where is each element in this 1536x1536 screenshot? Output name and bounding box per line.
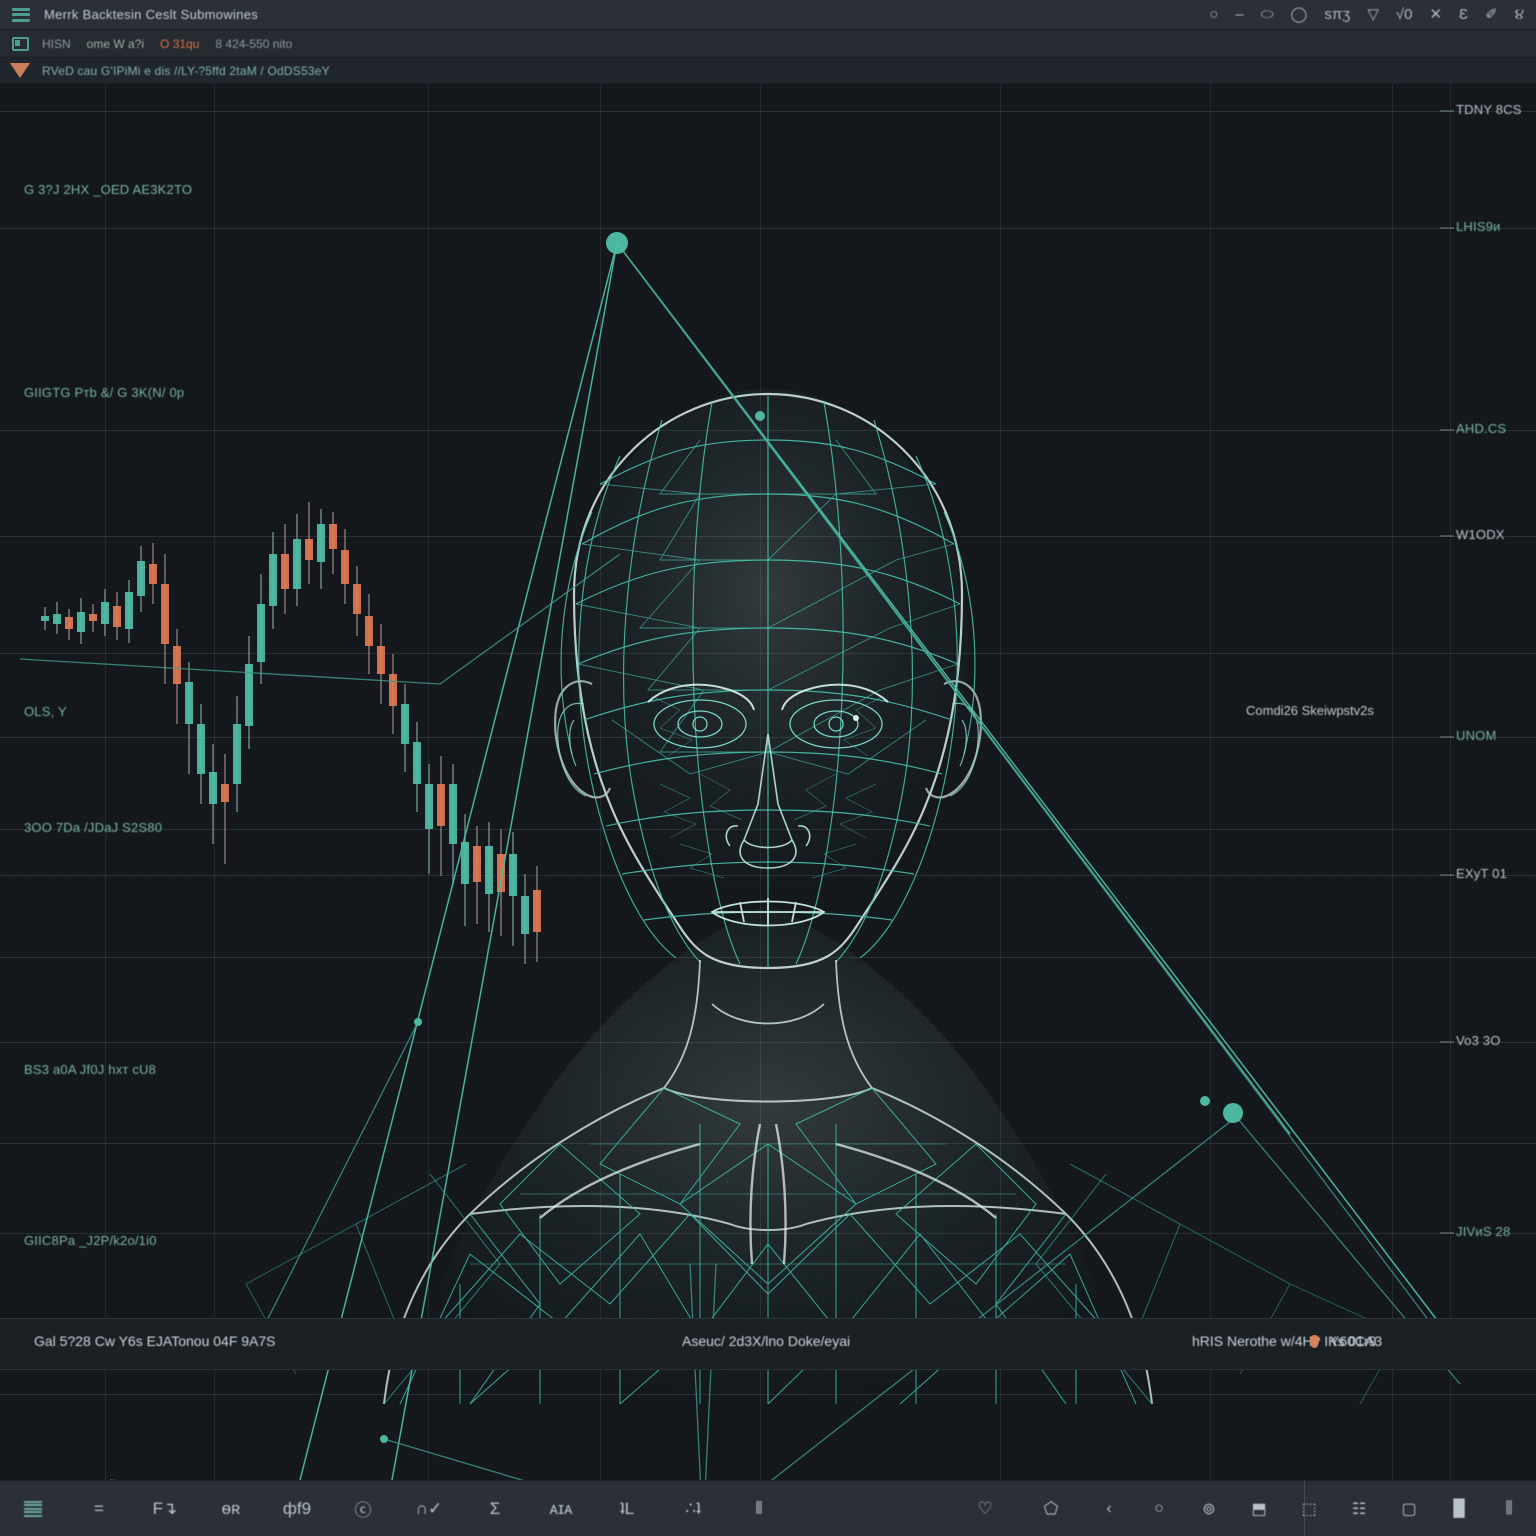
circle-icon[interactable]: ○ — [1209, 7, 1218, 22]
toolbar-divider — [1304, 1480, 1305, 1536]
layers-stack-icon[interactable] — [0, 1481, 66, 1536]
library-icon[interactable]: ⫼ — [1484, 1481, 1534, 1536]
scissors-icon[interactable]: ✕ — [1429, 7, 1442, 22]
shield-icon[interactable]: ♡ — [952, 1481, 1018, 1536]
bookmark-icon[interactable]: ⬠ — [1018, 1481, 1084, 1536]
vertex-node-marker[interactable] — [1200, 1096, 1210, 1106]
sigma-icon[interactable]: Ɛ — [1459, 7, 1468, 22]
bottom-strip-label: Gal 5?28 Cw Y6s EJATonou 04F 9A7S — [34, 1333, 276, 1349]
title-bar-tools[interactable]: ○ – ⬭ ◯ ѕπʒ ▽ √0 ✕ Ɛ ✐ ૪ — [1209, 7, 1524, 22]
document-icon[interactable]: ☷ — [1334, 1481, 1384, 1536]
bars-descend-icon[interactable]: ʇL — [594, 1481, 660, 1536]
instrument-info-bar: HISN ome W a?i O 31qu 8 424-550 nito — [0, 30, 1536, 58]
branch-node-icon[interactable]: ѳʀ — [198, 1481, 264, 1536]
vertex-node-marker[interactable] — [755, 411, 765, 421]
vertex-node-marker[interactable] — [606, 232, 628, 254]
back-chevron-icon[interactable]: ‹ — [1084, 1481, 1134, 1536]
copyright-ring-icon[interactable]: ⓒ — [330, 1481, 396, 1536]
flag-arrow-icon[interactable]: F↴ — [132, 1481, 198, 1536]
vertex-node-marker[interactable] — [414, 1018, 422, 1026]
chart-canvas[interactable]: G 3?J 2HX _OED AE3K2TO GIIGTG Pтb &/ G 3K… — [0, 84, 1536, 1536]
status-detail-text: RVeD cau G'IPiMi e dis //LY-?5ffd 2taM /… — [42, 63, 330, 78]
wand-icon[interactable]: ✐ — [1485, 7, 1498, 22]
vector-overlay-layer — [19, 110, 1461, 1536]
toolbar-left-group[interactable]: = F↴ ѳʀ фf9 ⓒ ∩✓ Ʃᴀɪᴀ ʇL ∴ʇ ⦀ — [0, 1481, 792, 1536]
app-window: G 3?J 2HX _OED AE3K2TO GIIGTG Pтb &/ G 3K… — [0, 0, 1536, 1536]
axis-ticks — [1440, 110, 1454, 1328]
histogram-small-icon[interactable]: ᴀɪᴀ — [528, 1481, 594, 1536]
bottom-strip-label: Aseuc/ 2d3X/lno Doke/eyai — [682, 1333, 851, 1349]
minus-icon[interactable]: – — [1235, 7, 1243, 22]
apex-rays — [299, 242, 1441, 1481]
status-detail-bar: RVeD cau G'IPiMi e dis //LY-?5ffd 2taM /… — [0, 58, 1536, 84]
toolbar-center-group[interactable]: ♡ ⬠ — [952, 1481, 1084, 1536]
grid-panel-icon[interactable] — [12, 36, 29, 51]
drop-icon[interactable]: ○ — [1134, 1481, 1184, 1536]
cluster-icon[interactable]: фf9 — [264, 1481, 330, 1536]
pin-label: Y60CA3 — [1330, 1333, 1383, 1349]
vertex-node-marker[interactable] — [1223, 1103, 1243, 1123]
hamburger-list-icon[interactable] — [12, 7, 30, 22]
ring-icon[interactable]: ◯ — [1291, 7, 1308, 22]
instrument-info-segment: HISN — [42, 36, 71, 51]
matrix-dots-icon[interactable]: ∴ʇ — [660, 1481, 726, 1536]
instrument-info-segment: 8 424-550 nito — [215, 36, 293, 51]
instrument-info-segment: ome W a?i — [86, 36, 145, 51]
omega-node-icon[interactable]: Ʃ — [462, 1481, 528, 1536]
window-icon[interactable]: ▢ — [1384, 1481, 1434, 1536]
oval-icon[interactable]: ⬭ — [1261, 7, 1274, 22]
columns-icon[interactable]: ⦀ — [726, 1481, 792, 1536]
bottom-label-strip: Gal 5?28 Cw Y6s EJATonou 04F 9A7S Aseuc/ … — [0, 1318, 1536, 1370]
check-zero-icon[interactable]: √0 — [1396, 7, 1413, 22]
toolbar-right-group[interactable]: ‹○⊚⬒⬚☷▢█⫼◯Caslnoe Chesy On a — [1084, 1481, 1536, 1536]
window-title: Merrk Backtesin Ceslt Submowines — [44, 7, 259, 22]
equals-icon[interactable]: = — [66, 1481, 132, 1536]
notes-icon[interactable]: ૪ — [1515, 7, 1524, 22]
bottom-toolbar[interactable]: =F↴ѳʀфf9ⓒ∩✓ƩᴀɪᴀʇL∴ʇ⦀ ♡⬠ ‹○⊚⬒⬚☷▢█⫼◯Caslno… — [0, 1480, 1536, 1536]
instrument-info-segment: O 31qu — [160, 36, 200, 51]
gauge-icon[interactable]: ⊚ — [1184, 1481, 1234, 1536]
orange-triangle-cursor-icon — [10, 63, 30, 78]
chart-bars-icon[interactable]: █ — [1434, 1481, 1484, 1536]
image-panel-icon[interactable]: ⬚ — [1284, 1481, 1334, 1536]
intersect-check-icon[interactable]: ∩✓ — [396, 1481, 462, 1536]
title-bar: Merrk Backtesin Ceslt Submowines ○ – ⬭ ◯ ѕπʒ… — [0, 0, 1536, 30]
glyph-group-icon[interactable]: ѕπʒ — [1324, 7, 1350, 22]
filter-icon[interactable]: ▽ — [1367, 7, 1379, 22]
vertex-node-marker[interactable] — [380, 1435, 388, 1443]
stack-lines — [24, 1500, 42, 1517]
book-icon[interactable]: ⬒ — [1234, 1481, 1284, 1536]
